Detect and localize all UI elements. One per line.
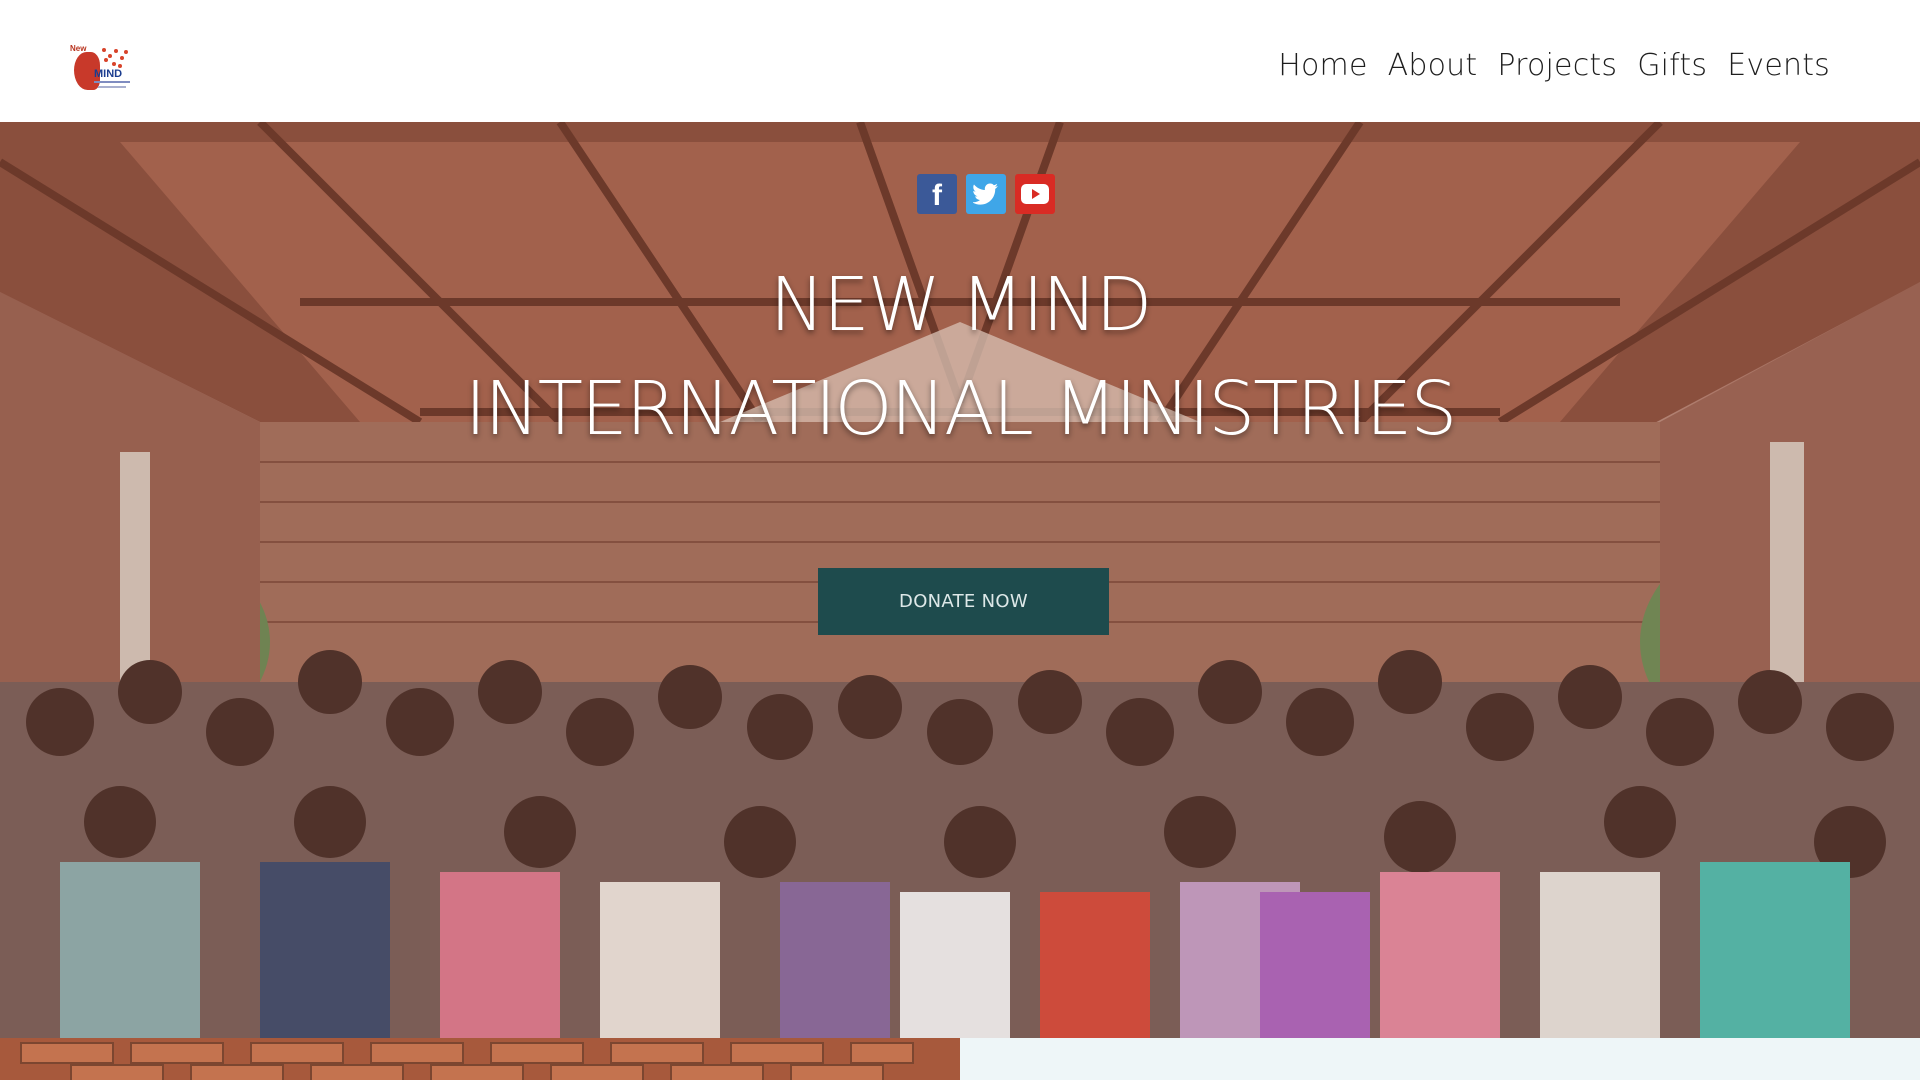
site-logo[interactable]: New MIND: [68, 44, 132, 94]
main-nav: Home About Projects Gifts Events: [1268, 44, 1840, 88]
logo-text-mind: MIND: [94, 68, 123, 80]
twitter-icon[interactable]: [966, 174, 1006, 214]
next-section-panel: [960, 1038, 1920, 1080]
youtube-icon[interactable]: [1015, 174, 1055, 214]
nav-gifts[interactable]: Gifts: [1627, 44, 1717, 88]
nav-projects[interactable]: Projects: [1487, 44, 1627, 88]
logo-tagline-2: [98, 86, 126, 88]
hero-title-line-2: INTERNATIONAL MINISTRIES: [464, 366, 1458, 452]
facebook-icon[interactable]: f: [917, 174, 957, 214]
donate-now-button[interactable]: DONATE NOW: [818, 568, 1109, 635]
hero-title-line-1: NEW MIND: [769, 262, 1153, 348]
next-section-image: [0, 1038, 960, 1080]
nav-home[interactable]: Home: [1268, 44, 1377, 88]
logo-tagline: [94, 81, 130, 83]
nav-events[interactable]: Events: [1717, 44, 1840, 88]
logo-text-new: New: [70, 44, 87, 53]
social-links: f: [917, 174, 1055, 214]
site-header: New MIND Home About Projects Gifts Event…: [0, 0, 1920, 122]
hero-section: f NEW MIND INTERNATIONAL MINISTRIES DONA…: [0, 122, 1920, 1038]
nav-about[interactable]: About: [1378, 44, 1488, 88]
